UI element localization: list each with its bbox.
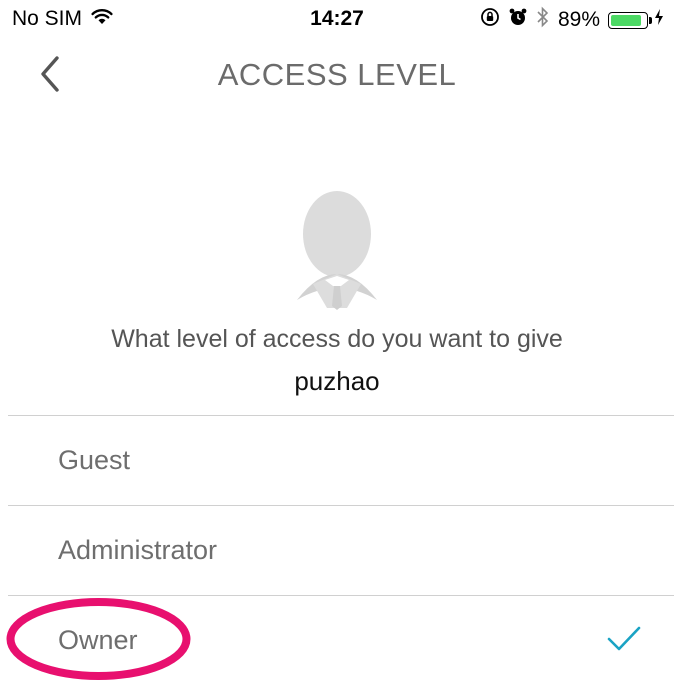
- battery-tip: [649, 16, 652, 24]
- username: puzhao: [294, 366, 380, 396]
- alarm-icon: [508, 7, 528, 33]
- status-bar: No SIM 14:27 89%: [0, 0, 674, 40]
- access-option-owner[interactable]: Owner: [0, 596, 674, 685]
- screen: No SIM 14:27 89% ACCESS LEVEL What level…: [0, 0, 674, 686]
- bluetooth-icon: [536, 6, 550, 34]
- orientation-lock-icon: [480, 7, 500, 33]
- nav-bar: ACCESS LEVEL: [0, 40, 674, 110]
- battery-icon: [608, 11, 652, 29]
- access-level-list: Guest Administrator Owner: [0, 415, 674, 685]
- access-option-guest[interactable]: Guest: [0, 416, 674, 505]
- avatar: [287, 188, 387, 310]
- status-right: 89%: [480, 6, 664, 34]
- battery-fill: [611, 14, 642, 26]
- checkmark-icon: [607, 626, 641, 651]
- charging-icon: [654, 8, 664, 32]
- access-question: What level of access do you want to give: [111, 325, 563, 353]
- access-option-label: Administrator: [58, 535, 218, 565]
- access-option-administrator[interactable]: Administrator: [0, 506, 674, 595]
- page-title: ACCESS LEVEL: [217, 57, 457, 92]
- battery-percent: 89%: [557, 8, 600, 31]
- access-option-label: Guest: [58, 445, 131, 475]
- access-option-label: Owner: [58, 625, 138, 655]
